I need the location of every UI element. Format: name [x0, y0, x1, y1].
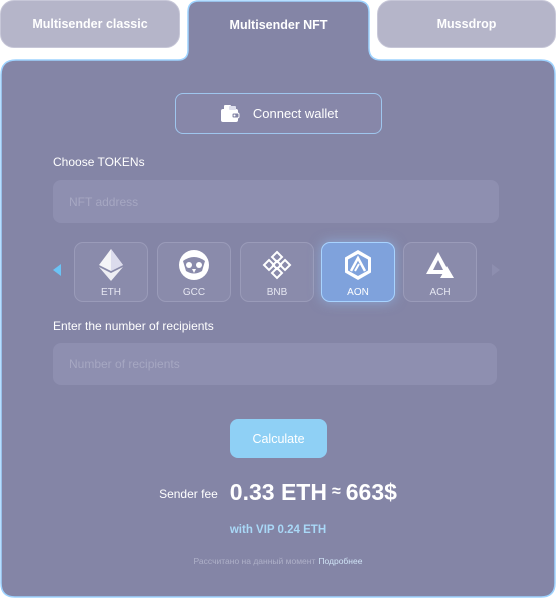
tab-label: Multisender classic [32, 17, 148, 31]
recipients-label: Enter the number of recipients [53, 319, 214, 333]
ach-icon [423, 248, 457, 282]
sender-fee-label: Sender fee [159, 487, 218, 501]
token-card-ach[interactable]: ACH [403, 242, 477, 302]
carousel-prev-icon[interactable] [53, 264, 61, 276]
token-label: BNB [266, 287, 288, 298]
wallet-icon [220, 104, 240, 122]
bnb-icon [260, 248, 294, 282]
fee-eth-value: 0.33 ETH [229, 478, 327, 505]
token-card-aon[interactable]: AON [321, 242, 395, 302]
footer-note: Рассчитано на данный момент Подробнее [0, 556, 556, 566]
tab-multisender-nft[interactable]: Multisender NFT [188, 0, 369, 50]
details-link[interactable]: Подробнее [318, 556, 362, 566]
vip-fee-text: with VIP 0.24 ETH [229, 524, 327, 536]
token-card-gcc[interactable]: GCC [157, 242, 231, 302]
carousel-next-icon[interactable] [492, 264, 500, 276]
nft-address-input[interactable] [53, 180, 499, 223]
calculate-button[interactable]: Calculate [230, 419, 327, 458]
connect-wallet-label: Connect wallet [252, 106, 339, 121]
fee-usd-value: 663$ [345, 478, 397, 505]
token-label: ACH [429, 287, 451, 298]
tab-label: Multisender NFT [229, 18, 328, 32]
token-label: GCC [182, 287, 206, 298]
connect-wallet-button[interactable]: Connect wallet [175, 93, 382, 134]
approx-sign: ≈ [331, 483, 341, 500]
token-card-bnb[interactable]: BNB [240, 242, 314, 302]
choose-tokens-label: Choose TOKENs [53, 155, 145, 169]
sender-fee-row: Sender fee 0.33 ETH ≈ 663$ [0, 476, 556, 508]
recipients-input[interactable] [53, 343, 497, 385]
tab-mussdrop[interactable]: Mussdrop [377, 0, 556, 48]
owl-icon [177, 248, 211, 282]
tab-label: Mussdrop [436, 17, 497, 31]
token-label: ETH [101, 287, 121, 298]
footer-text: Рассчитано на данный момент [193, 556, 316, 566]
aon-icon [341, 248, 375, 282]
tab-multisender-classic[interactable]: Multisender classic [0, 0, 180, 48]
token-label: AON [347, 287, 369, 298]
token-card-eth[interactable]: ETH [74, 242, 148, 302]
ethereum-icon [94, 248, 128, 282]
